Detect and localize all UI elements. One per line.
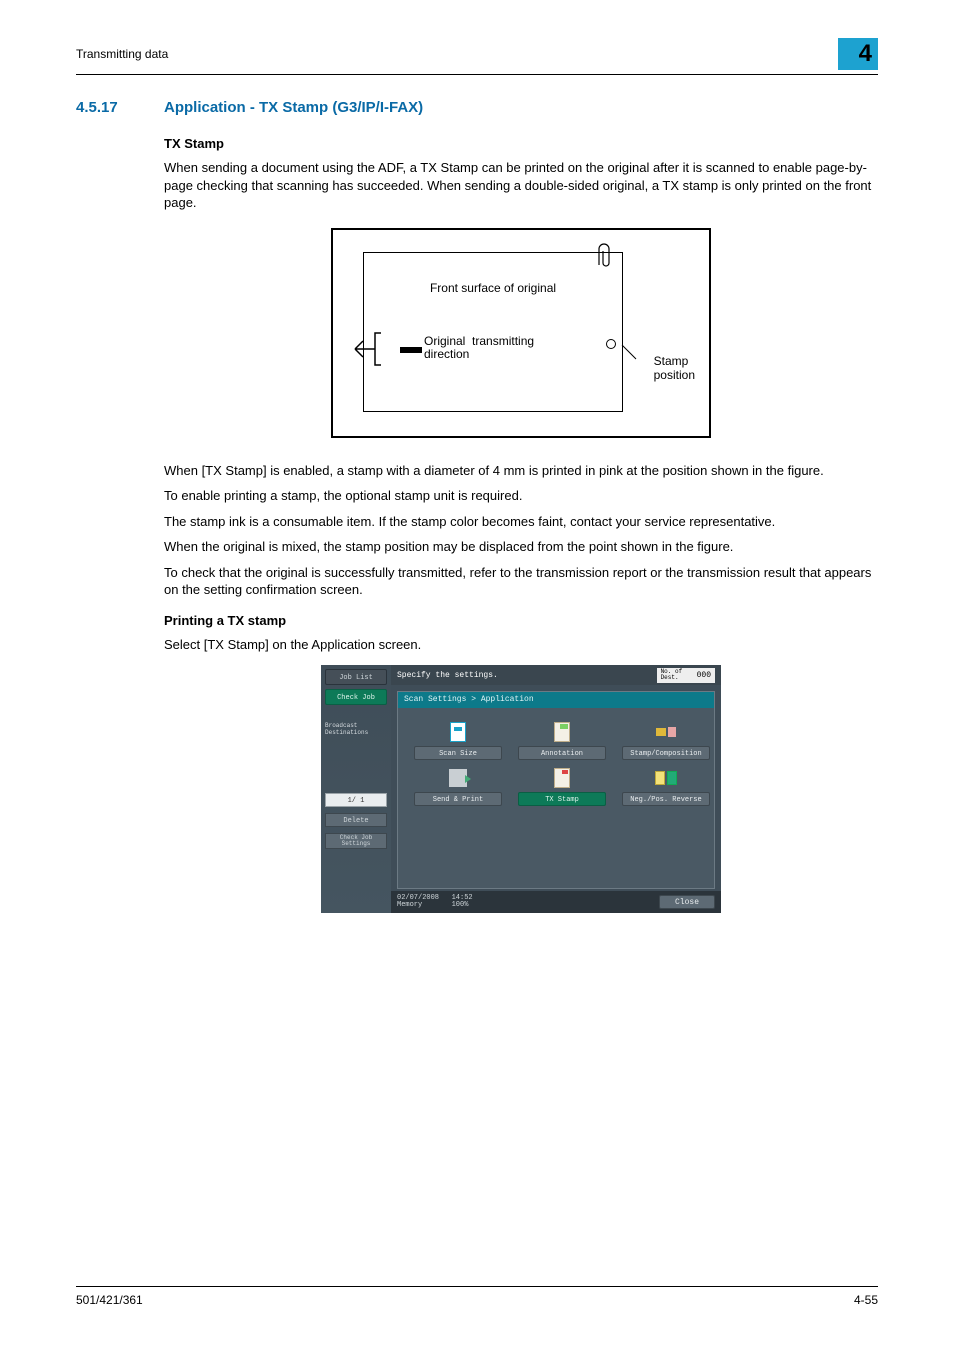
paragraph: To enable printing a stamp, the optional…	[164, 487, 878, 505]
breadcrumb: Scan Settings > Application	[398, 692, 714, 708]
check-job-settings-button[interactable]: Check Job Settings	[325, 833, 387, 849]
send-print-cell: Send & Print	[414, 766, 502, 806]
paragraph: The stamp ink is a consumable item. If t…	[164, 513, 878, 531]
neg-pos-reverse-button[interactable]: Neg./Pos. Reverse	[622, 792, 710, 806]
transmit-arrow-icon	[348, 329, 382, 369]
page: Transmitting data 4 4.5.17 Application -…	[0, 0, 954, 1351]
scan-size-icon	[446, 720, 470, 744]
panel-frame: Scan Settings > Application Scan Size An…	[397, 691, 715, 889]
neg-pos-reverse-cell: Neg./Pos. Reverse	[622, 766, 710, 806]
annotation-icon	[550, 720, 574, 744]
page-footer: 501/421/361 4-55	[76, 1286, 878, 1307]
close-button[interactable]: Close	[659, 895, 715, 909]
paragraph: When the original is mixed, the stamp po…	[164, 538, 878, 556]
check-job-button[interactable]: Check Job	[325, 689, 387, 705]
panel-main: Specify the settings. No. of Dest. 000 S…	[391, 665, 721, 913]
neg-pos-reverse-icon	[654, 766, 678, 790]
section-number: 4.5.17	[76, 99, 164, 116]
page-indicator: 1/ 1	[325, 793, 387, 807]
stamp-composition-icon	[654, 720, 678, 744]
label-stamp-position: Stamp position	[654, 354, 695, 383]
annotation-cell: Annotation	[518, 720, 606, 760]
header-rule	[76, 74, 878, 75]
tx-stamp-button[interactable]: TX Stamp	[518, 792, 606, 806]
tx-stamp-icon	[550, 766, 574, 790]
device-panel-screenshot: Job List Check Job Broadcast Destination…	[321, 665, 721, 913]
paragraph: Select [TX Stamp] on the Application scr…	[164, 636, 878, 654]
no-of-dest-box: No. of Dest. 000	[657, 668, 715, 683]
send-print-button[interactable]: Send & Print	[414, 792, 502, 806]
job-list-button[interactable]: Job List	[325, 669, 387, 685]
paragraph: When sending a document using the ADF, a…	[164, 159, 878, 212]
application-grid: Scan Size Annotation Stamp/Composition	[398, 708, 714, 806]
label-direction: Original transmitting direction	[424, 335, 534, 363]
scan-size-cell: Scan Size	[414, 720, 502, 760]
panel-footer: 02/07/2008 14:52 Memory 100% Close	[391, 891, 721, 913]
stamp-leader-line	[620, 337, 644, 361]
chapter-number: 4	[859, 40, 872, 68]
section-heading: 4.5.17 Application - TX Stamp (G3/IP/I-F…	[76, 99, 878, 116]
footer-status: 02/07/2008 14:52 Memory 100%	[397, 895, 473, 910]
section-title: Application - TX Stamp (G3/IP/I-FAX)	[164, 99, 423, 116]
panel-sidebar: Job List Check Job Broadcast Destination…	[321, 665, 391, 913]
label-front-surface: Front surface of original	[364, 281, 622, 295]
paragraph: When [TX Stamp] is enabled, a stamp with…	[164, 462, 878, 480]
scan-size-button[interactable]: Scan Size	[414, 746, 502, 760]
no-of-dest-value: 000	[697, 671, 711, 680]
subheading-printing-tx-stamp: Printing a TX stamp	[164, 613, 878, 628]
stamp-composition-cell: Stamp/Composition	[622, 720, 710, 760]
panel-topbar: Specify the settings. No. of Dest. 000	[391, 665, 721, 685]
paragraph: To check that the original is successful…	[164, 564, 878, 599]
figure-stamp-position: Front surface of original Original trans…	[331, 228, 711, 438]
send-print-icon	[446, 766, 470, 790]
broadcast-destinations-label: Broadcast Destinations	[325, 723, 387, 736]
annotation-button[interactable]: Annotation	[518, 746, 606, 760]
stamp-composition-button[interactable]: Stamp/Composition	[622, 746, 710, 760]
chapter-number-box: 4	[838, 38, 878, 70]
delete-button[interactable]: Delete	[325, 813, 387, 827]
direction-bar-icon	[400, 347, 422, 353]
paper-clip-icon	[596, 243, 612, 269]
header-section-title: Transmitting data	[76, 47, 168, 61]
footer-left: 501/421/361	[76, 1293, 143, 1307]
page-header: Transmitting data 4	[76, 38, 878, 70]
stamp-dot-icon	[606, 339, 616, 349]
no-of-dest-label: No. of Dest.	[661, 669, 683, 682]
subheading-tx-stamp: TX Stamp	[164, 136, 878, 151]
footer-right: 4-55	[854, 1293, 878, 1307]
tx-stamp-cell: TX Stamp	[518, 766, 606, 806]
content-area: TX Stamp When sending a document using t…	[164, 136, 878, 913]
original-outline: Front surface of original Original trans…	[363, 252, 623, 412]
specify-settings-label: Specify the settings.	[397, 671, 498, 680]
